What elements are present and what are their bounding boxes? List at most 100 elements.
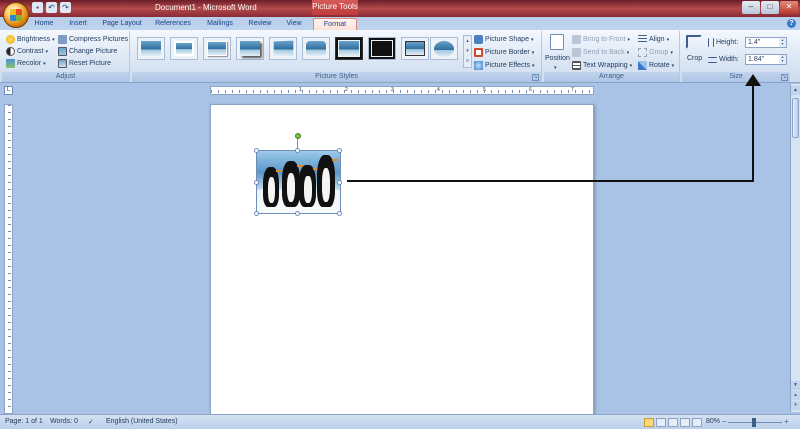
zoom-in-icon[interactable]: +	[784, 417, 789, 426]
tab-selector-icon[interactable]: L	[4, 86, 13, 95]
resize-handle[interactable]	[337, 211, 342, 216]
scroll-thumb[interactable]	[792, 98, 799, 138]
size-group-label: Size	[682, 72, 790, 82]
proofing-icon[interactable]: ✓	[88, 418, 94, 426]
callout-line	[347, 180, 753, 182]
spinner-arrows-icon[interactable]: ▴ ▾	[779, 38, 786, 47]
height-label-row: Height:	[708, 37, 738, 48]
style-thumbnail[interactable]	[236, 37, 264, 60]
position-button[interactable]: Position	[545, 53, 570, 64]
rotate-button[interactable]: Rotate ▾	[638, 60, 674, 71]
adjust-group: Brightness ▾ Contrast ▾ Recolor ▾ Compress …	[2, 31, 130, 82]
recolor-button[interactable]: Recolor ▾	[6, 58, 46, 69]
picture-border-button[interactable]: Picture Border ▾	[474, 47, 534, 58]
penguin-image	[317, 155, 338, 207]
tab-insert[interactable]: Insert	[66, 18, 90, 30]
contrast-button[interactable]: Contrast ▾	[6, 46, 48, 57]
zoom-level[interactable]: 80%	[706, 418, 720, 425]
change-picture-icon	[58, 47, 67, 56]
picture-effects-button[interactable]: Picture Effects ▾	[474, 60, 535, 71]
size-group: Crop Height: 1.4" ▴ ▾ Width: 1.84" ▴ ▾ Siz…	[682, 31, 790, 82]
tab-format[interactable]: Format	[313, 18, 357, 30]
zoom-slider-knob[interactable]	[752, 418, 756, 427]
scroll-down-icon[interactable]: ▼	[791, 381, 800, 390]
reset-picture-label: Reset Picture	[69, 60, 112, 67]
style-thumbnail[interactable]	[170, 37, 198, 60]
close-button[interactable]: ✕	[780, 1, 798, 14]
inserted-picture[interactable]	[256, 150, 341, 214]
vertical-scrollbar[interactable]: ▲ ▼ ▴ ▾	[790, 84, 800, 412]
height-value: 1.4"	[748, 39, 761, 46]
style-thumbnail[interactable]	[401, 37, 429, 60]
compress-pictures-button[interactable]: Compress Pictures	[58, 34, 128, 45]
style-thumbnail[interactable]	[368, 37, 396, 60]
tab-home[interactable]: Home	[33, 18, 55, 30]
minimize-button[interactable]: –	[742, 1, 760, 14]
resize-handle[interactable]	[295, 148, 300, 153]
picture-styles-group: ▴ ▾ ≡ Picture Shape ▾ Picture Border ▾ Pictu…	[132, 31, 542, 82]
tab-mailings[interactable]: Mailings	[204, 18, 236, 30]
height-label: Height:	[716, 39, 739, 46]
maximize-button[interactable]: □	[761, 1, 779, 14]
style-thumbnail[interactable]	[335, 37, 363, 60]
previous-page-icon[interactable]: ▴	[791, 391, 800, 400]
vertical-ruler[interactable]	[4, 104, 13, 414]
width-spinner[interactable]: 1.84" ▴ ▾	[745, 54, 787, 65]
text-wrapping-button[interactable]: Text Wrapping ▾	[572, 60, 632, 71]
callout-line	[752, 84, 754, 182]
resize-handle[interactable]	[337, 148, 342, 153]
ruler-number: 4	[437, 87, 440, 93]
send-to-back-button[interactable]: Send to Back ▾	[572, 47, 629, 58]
save-icon[interactable]: ▪	[32, 2, 43, 13]
resize-handle[interactable]	[254, 148, 259, 153]
zoom-out-icon[interactable]: −	[722, 417, 727, 426]
bring-to-front-button[interactable]: Bring to Front ▾	[572, 34, 630, 45]
spinner-arrows-icon[interactable]: ▴ ▾	[779, 55, 786, 64]
dialog-launcher-icon[interactable]: ↘	[781, 74, 788, 81]
dialog-launcher-icon[interactable]: ↘	[532, 74, 539, 81]
arrange-group-label: Arrange	[544, 72, 679, 82]
send-to-back-label: Send to Back	[583, 49, 625, 56]
draft-view-button[interactable]	[692, 418, 702, 427]
help-icon[interactable]: ?	[787, 19, 796, 28]
word-count[interactable]: Words: 0	[50, 418, 78, 425]
outline-view-button[interactable]	[680, 418, 690, 427]
print-layout-view-button[interactable]	[644, 418, 654, 427]
horizontal-ruler[interactable]: 1 2 3 4 5 6 7	[210, 86, 594, 95]
tab-references[interactable]: References	[154, 18, 192, 30]
rotation-handle[interactable]	[295, 133, 301, 139]
language[interactable]: English (United States)	[106, 418, 178, 425]
full-screen-view-button[interactable]	[656, 418, 666, 427]
reset-picture-button[interactable]: Reset Picture	[58, 58, 111, 69]
redo-icon[interactable]: ↷	[60, 2, 71, 13]
tab-review[interactable]: Review	[246, 18, 274, 30]
undo-icon[interactable]: ↶	[46, 2, 57, 13]
scroll-up-icon[interactable]: ▲	[791, 86, 800, 95]
style-thumbnail[interactable]	[302, 37, 330, 60]
change-picture-label: Change Picture	[69, 48, 118, 55]
ruler-number: 5	[483, 87, 486, 93]
change-picture-button[interactable]: Change Picture	[58, 46, 117, 57]
page-count[interactable]: Page: 1 of 1	[5, 418, 43, 425]
group-button[interactable]: Group ▾	[638, 47, 673, 58]
resize-handle[interactable]	[295, 211, 300, 216]
style-thumbnail[interactable]	[203, 37, 231, 60]
ruler-number: 7	[571, 87, 574, 93]
brightness-button[interactable]: Brightness ▾	[6, 34, 55, 45]
resize-handle[interactable]	[254, 211, 259, 216]
resize-handle[interactable]	[254, 180, 259, 185]
style-thumbnail[interactable]	[269, 37, 297, 60]
height-spinner[interactable]: 1.4" ▴ ▾	[745, 37, 787, 48]
crop-button[interactable]: Crop	[687, 53, 702, 64]
style-thumbnail[interactable]	[430, 37, 458, 60]
tab-page-layout[interactable]: Page Layout	[100, 18, 144, 30]
web-layout-view-button[interactable]	[668, 418, 678, 427]
tab-view[interactable]: View	[283, 18, 305, 30]
gallery-scroll[interactable]: ▴ ▾ ≡	[463, 35, 472, 68]
picture-shape-button[interactable]: Picture Shape ▾	[474, 34, 534, 45]
office-button[interactable]	[3, 2, 29, 28]
resize-handle[interactable]	[337, 180, 342, 185]
style-thumbnail[interactable]	[137, 37, 165, 60]
next-page-icon[interactable]: ▾	[791, 401, 800, 410]
align-button[interactable]: Align ▾	[638, 34, 669, 45]
